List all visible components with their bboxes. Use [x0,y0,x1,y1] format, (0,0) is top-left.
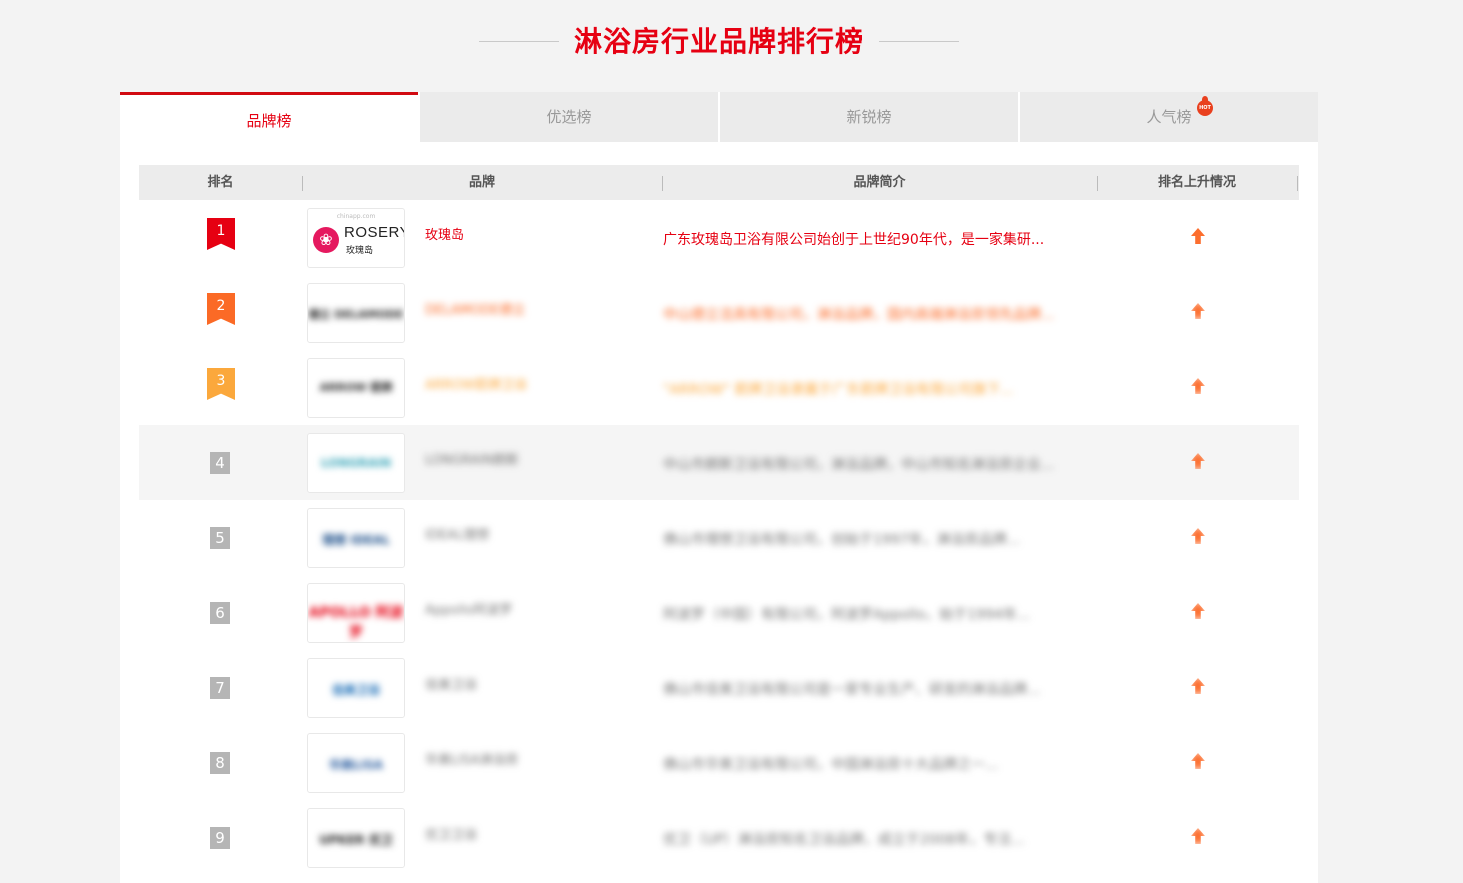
brand-logo[interactable]: 德立 DELAMODE [307,283,405,343]
column-header-intro: 品牌简介 [853,175,906,190]
brand-logo[interactable]: 佳美卫浴 [307,658,405,718]
brand-name-link[interactable]: IDEAL理想 [425,524,489,543]
brand-name-link[interactable]: DELAMODE德立 [425,299,525,318]
table-header: 排名 品牌 品牌简介 排名上升情况 [139,165,1299,200]
logo-watermark: chinapp.com [336,213,376,220]
column-header-brand: 品牌 [468,175,495,190]
logo-wordmark: LONGRAIN [320,456,392,470]
brand-description-link[interactable]: 佛山市华美卫浴有限公司，中国淋浴房十大品牌之一... [663,754,1103,774]
rank-badge: 6 [210,602,230,624]
rank-ribbon: 2 [207,293,235,325]
brand-logo[interactable]: APOLLO 阿波罗 [307,583,405,643]
rank-ribbon: 1 [207,218,235,250]
table-row: 1 chinapp.com ❀ ROSERY 玫瑰岛 玫瑰岛 广东玫瑰岛卫浴有限… [139,200,1299,275]
logo-wordmark: 理想 IDEAL [322,533,390,547]
up-arrow-icon [1191,603,1205,619]
brand-logo[interactable]: UPKER 优卫 [307,808,405,868]
rank-ribbon: 3 [207,368,235,400]
brand-description-link[interactable]: 广东玫瑰岛卫浴有限公司始创于上世纪90年代，是一家集研... [663,229,1103,249]
brand-description-link[interactable]: 佛山市佳美卫浴有限公司是一家专业生产、研发的淋浴品牌... [663,679,1103,699]
tab-label: 新锐榜 [846,108,892,126]
column-header-rank: 排名 [207,175,234,190]
brand-logo[interactable]: 理想 IDEAL [307,508,405,568]
brand-name-link[interactable]: Appollo阿波罗 [425,599,513,618]
brand-description-link[interactable]: 中山市朗斯卫浴有限公司，淋浴品牌，中山市知名淋浴房企业... [663,454,1103,474]
logo-wordmark: APOLLO 阿波罗 [308,605,404,641]
rank-badge: 9 [210,827,230,849]
brand-logo[interactable]: 华美LISA [307,733,405,793]
logo-wordmark: ARROW 箭牌 [319,381,393,394]
tab-new-ranking[interactable]: 新锐榜 [720,92,1018,142]
brand-name-link[interactable]: 优卫卫浴 [425,824,477,843]
brand-name-link[interactable]: 玫瑰岛 [425,224,464,243]
table-row: 6 APOLLO 阿波罗 Appollo阿波罗 阿波罗（中国）有限公司，阿波罗A… [139,575,1299,650]
brand-description-link[interactable]: 佛山市理想卫浴有限公司，创始于1997年，淋浴房品牌... [663,529,1103,549]
brand-description-link[interactable]: 优卫（UP）淋浴房知名卫浴品牌，成立于2008年，专注... [663,829,1103,849]
column-divider [1297,176,1298,191]
rose-icon: ❀ [313,227,339,253]
logo-cn-name: 玫瑰岛 [346,246,374,256]
brand-name-link[interactable]: 佳美卫浴 [425,674,477,693]
up-arrow-icon [1191,753,1205,769]
tab-brand-ranking[interactable]: 品牌榜 [120,92,418,142]
tab-preferred-ranking[interactable]: 优选榜 [420,92,718,142]
title-divider-left [479,41,559,42]
brand-logo[interactable]: LONGRAIN [307,433,405,493]
logo-wordmark: UPKER 优卫 [319,833,393,847]
ranking-tabs: 品牌榜 优选榜 新锐榜 人气榜 HOT [120,92,1318,142]
up-arrow-icon [1191,378,1205,394]
brand-logo[interactable]: chinapp.com ❀ ROSERY 玫瑰岛 [307,208,405,268]
brand-name-link[interactable]: 华美LISA淋浴房 [425,749,518,768]
table-row: 9 UPKER 优卫 优卫卫浴 优卫（UP）淋浴房知名卫浴品牌，成立于2008年… [139,800,1299,875]
rank-badge: 5 [210,527,230,549]
tab-label: 优选榜 [546,108,592,126]
column-header-trend: 排名上升情况 [1157,175,1236,190]
table-row: 8 华美LISA 华美LISA淋浴房 佛山市华美卫浴有限公司，中国淋浴房十大品牌… [139,725,1299,800]
up-arrow-icon [1191,678,1205,694]
hot-flame-icon: HOT [1197,96,1213,116]
brand-logo[interactable]: ARROW 箭牌 [307,358,405,418]
up-arrow-icon [1191,303,1205,319]
rank-badge: 4 [210,452,230,474]
tab-popular-ranking[interactable]: 人气榜 HOT [1020,92,1318,142]
up-arrow-icon [1191,453,1205,469]
page-title: 淋浴房行业品牌排行榜 [573,25,864,58]
logo-wordmark: ROSERY [344,224,405,241]
logo-wordmark: 佳美卫浴 [331,683,380,697]
up-arrow-icon [1191,228,1205,244]
hot-badge-text: HOT [1199,105,1211,111]
up-arrow-icon [1191,828,1205,844]
table-row: 2 德立 DELAMODE DELAMODE德立 中山德立洁具有限公司，淋浴品牌… [139,275,1299,350]
table-row: 7 佳美卫浴 佳美卫浴 佛山市佳美卫浴有限公司是一家专业生产、研发的淋浴品牌..… [139,650,1299,725]
brand-description-link[interactable]: "ARROW" 箭牌卫浴隶属于广东箭牌卫浴有限公司旗下... [663,379,1103,399]
brand-description-link[interactable]: 阿波罗（中国）有限公司，阿波罗Appollo，始于1994年... [663,604,1103,624]
table-row: 5 理想 IDEAL IDEAL理想 佛山市理想卫浴有限公司，创始于1997年，… [139,500,1299,575]
up-arrow-icon [1191,528,1205,544]
tab-label: 品牌榜 [246,112,292,130]
table-row: 3 ARROW 箭牌 ARROW箭牌卫浴 "ARROW" 箭牌卫浴隶属于广东箭牌… [139,350,1299,425]
page-header: 淋浴房行业品牌排行榜 [0,22,1463,62]
brand-description-link[interactable]: 中山德立洁具有限公司，淋浴品牌，国内高端淋浴房领先品牌... [663,304,1103,324]
logo-wordmark: 德立 DELAMODE [308,308,404,321]
brand-name-link[interactable]: ARROW箭牌卫浴 [425,374,527,393]
rank-badge: 7 [210,677,230,699]
title-divider-right [879,41,959,42]
rank-badge: 8 [210,752,230,774]
table-row: 4 LONGRAIN LONGRAIN朗斯 中山市朗斯卫浴有限公司，淋浴品牌，中… [139,425,1299,500]
logo-wordmark: 华美LISA [328,758,384,772]
brand-name-link[interactable]: LONGRAIN朗斯 [425,449,519,468]
tab-label: 人气榜 [1146,108,1192,126]
